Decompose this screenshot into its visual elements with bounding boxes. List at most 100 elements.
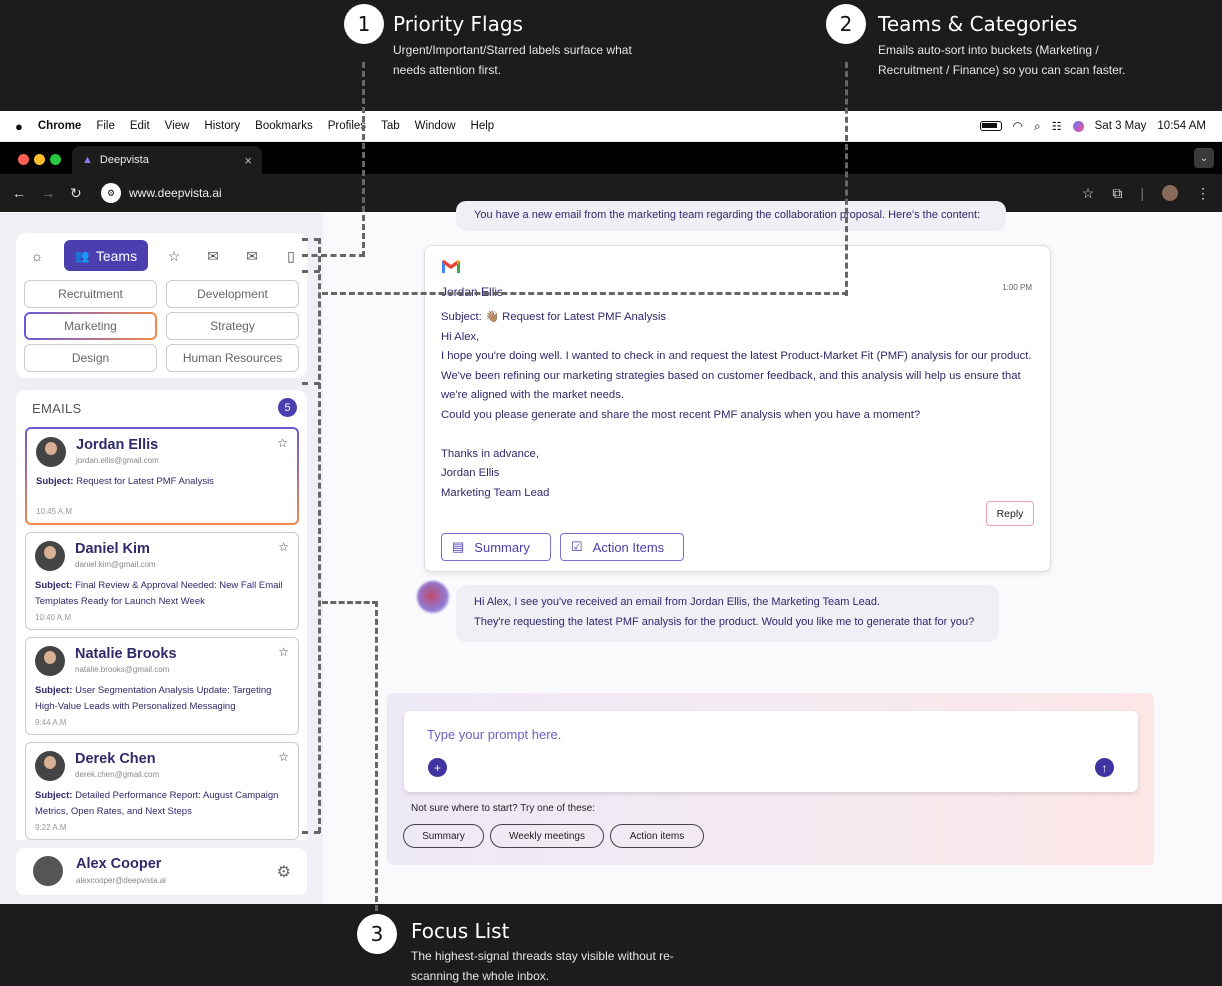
- category-human-resources[interactable]: Human Resources: [166, 344, 299, 372]
- connector-line: [302, 238, 320, 241]
- siri-icon[interactable]: [1072, 120, 1084, 132]
- category-development[interactable]: Development: [166, 280, 299, 308]
- browser-tabbar: ▲ Deepvista × ⌄: [0, 142, 1222, 174]
- mail-badge-icon[interactable]: ✉: [203, 246, 223, 266]
- email-list-item[interactable]: Natalie Brooks natalie.brooks@gmail.com …: [25, 637, 299, 735]
- deepvista-app: ☼ 👥 Teams ☆ ✉ ✉ ▯ Recruitment Developmen…: [0, 201, 1222, 904]
- control-center-icon[interactable]: ☷: [1052, 120, 1062, 133]
- url-text: www.deepvista.ai: [129, 186, 222, 200]
- connector-line: [302, 382, 320, 385]
- add-attachment-icon[interactable]: +: [428, 758, 447, 777]
- callout-title: Focus List: [411, 919, 510, 943]
- tab-search-chevron-icon[interactable]: ⌄: [1194, 148, 1214, 168]
- menu-help[interactable]: Help: [471, 120, 495, 132]
- suggestion-weekly-meetings[interactable]: Weekly meetings: [490, 824, 604, 848]
- connector-line: [362, 62, 365, 257]
- category-marketing[interactable]: Marketing: [24, 312, 157, 340]
- action-items-button[interactable]: ☑ Action Items: [560, 533, 684, 561]
- star-icon[interactable]: ☆: [164, 246, 184, 266]
- email-list-item[interactable]: Daniel Kim daniel.kim@gmail.com ☆ Subjec…: [25, 532, 299, 630]
- category-design[interactable]: Design: [24, 344, 157, 372]
- battery-icon[interactable]: [979, 121, 1002, 131]
- connector-line: [302, 254, 365, 257]
- forward-arrow-icon[interactable]: →: [41, 185, 70, 201]
- site-info-icon[interactable]: ⚙: [101, 183, 121, 203]
- apple-icon[interactable]: ●: [15, 119, 23, 134]
- star-icon[interactable]: ☆: [278, 750, 289, 764]
- menu-bookmarks[interactable]: Bookmarks: [255, 120, 313, 132]
- email-list-item[interactable]: Derek Chen derek.chen@gmail.com ☆ Subjec…: [25, 742, 299, 840]
- menu-app-name[interactable]: Chrome: [38, 120, 81, 132]
- spotlight-search-icon[interactable]: ⌕: [1034, 119, 1041, 134]
- emails-panel: EMAILS 5 Jordan Ellis jordan.ellis@gmail…: [16, 390, 307, 840]
- user-profile-card[interactable]: Alex Cooper alexcooper@deepvista.ai ⚙: [16, 848, 307, 895]
- callout-title: Teams & Categories: [878, 12, 1078, 36]
- email-time: 9:44 A.M: [35, 718, 67, 727]
- star-icon[interactable]: ☆: [278, 540, 289, 554]
- document-icon[interactable]: ▯: [281, 246, 301, 266]
- minimize-window-icon[interactable]: [34, 154, 45, 165]
- email-subject: Subject: Request for Latest PMF Analysis: [36, 476, 214, 487]
- profile-avatar-icon[interactable]: [1162, 185, 1178, 201]
- menu-tab[interactable]: Tab: [381, 120, 400, 132]
- callout-description: Emails auto-sort into buckets (Marketing…: [878, 43, 1126, 77]
- avatar: [36, 437, 66, 467]
- tab-title: Deepvista: [99, 154, 149, 166]
- connector-line: [322, 292, 848, 295]
- menubar-time: 10:54 AM: [1157, 120, 1206, 132]
- avatar: [35, 541, 65, 571]
- user-email: alexcooper@deepvista.ai: [76, 876, 166, 885]
- star-icon[interactable]: ☆: [277, 436, 288, 450]
- callout-number: 1: [344, 4, 384, 44]
- connector-line: [302, 270, 320, 273]
- sender-name: Derek Chen: [75, 751, 156, 767]
- callout-description: Urgent/Important/Starred labels surface …: [393, 43, 632, 77]
- toolbar-right: ☆ ⧉ | ⋮: [1062, 185, 1222, 202]
- email-line: Thanks in advance,: [441, 447, 539, 460]
- emails-count-badge: 5: [278, 398, 297, 417]
- sender-email: derek.chen@gmail.com: [75, 770, 160, 779]
- email-time: 9:22 A.M: [35, 823, 67, 832]
- summary-button[interactable]: ▤ Summary: [441, 533, 551, 561]
- email-list-item[interactable]: Jordan Ellis jordan.ellis@gmail.com ☆ Su…: [25, 427, 299, 525]
- screen: ● Chrome File Edit View History Bookmark…: [0, 111, 1222, 904]
- menu-window[interactable]: Window: [415, 120, 456, 132]
- category-strategy[interactable]: Strategy: [166, 312, 299, 340]
- sun-icon[interactable]: ☼: [27, 246, 47, 266]
- prompt-input[interactable]: Type your prompt here. + ↑: [404, 711, 1138, 792]
- menu-file[interactable]: File: [96, 120, 115, 132]
- avatar: [33, 856, 63, 886]
- tab-close-icon[interactable]: ×: [244, 153, 252, 168]
- menu-view[interactable]: View: [165, 120, 190, 132]
- more-menu-icon[interactable]: ⋮: [1196, 185, 1210, 202]
- zoom-window-icon[interactable]: [50, 154, 61, 165]
- close-window-icon[interactable]: [18, 154, 29, 165]
- reply-button[interactable]: Reply: [986, 501, 1034, 526]
- star-icon[interactable]: ☆: [278, 645, 289, 659]
- menu-profiles[interactable]: Profiles: [328, 120, 366, 132]
- menu-edit[interactable]: Edit: [130, 120, 150, 132]
- reload-icon[interactable]: ↻: [70, 185, 99, 202]
- send-arrow-icon[interactable]: ↑: [1095, 758, 1114, 777]
- browser-tab[interactable]: ▲ Deepvista ×: [72, 146, 262, 174]
- bookmark-star-icon[interactable]: ☆: [1082, 185, 1095, 202]
- prompt-placeholder: Type your prompt here.: [427, 727, 562, 742]
- prompt-panel: Type your prompt here. + ↑ Not sure wher…: [387, 693, 1154, 865]
- back-arrow-icon[interactable]: ←: [12, 185, 41, 201]
- suggestion-summary[interactable]: Summary: [403, 824, 484, 848]
- email-subject: Subject: User Segmentation Analysis Upda…: [35, 685, 272, 712]
- checklist-icon: ☑: [571, 539, 583, 554]
- suggestion-action-items[interactable]: Action items: [610, 824, 704, 848]
- sender-email: daniel.kim@gmail.com: [75, 560, 156, 569]
- extensions-icon[interactable]: ⧉: [1112, 185, 1122, 202]
- email-line: We've been refining our marketing strate…: [441, 369, 1021, 382]
- teams-button[interactable]: 👥 Teams: [64, 240, 148, 271]
- wifi-icon[interactable]: ◠: [1013, 119, 1023, 133]
- email-line: we're aligned with the market needs.: [441, 389, 625, 401]
- mail-icon[interactable]: ✉: [242, 246, 262, 266]
- menu-history[interactable]: History: [204, 120, 240, 132]
- gear-icon[interactable]: ⚙: [277, 862, 291, 882]
- summary-button-label: Summary: [474, 539, 530, 555]
- category-recruitment[interactable]: Recruitment: [24, 280, 157, 308]
- action-items-button-label: Action Items: [592, 539, 665, 555]
